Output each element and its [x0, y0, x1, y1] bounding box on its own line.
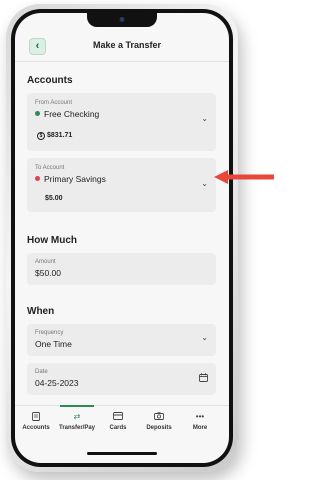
red-dot-icon: [35, 176, 40, 181]
phone-bezel: ‹ Make a Transfer Accounts From Account …: [11, 9, 233, 467]
amount-value: $50.00: [35, 268, 61, 278]
chevron-down-icon: ⌄: [201, 179, 208, 188]
tab-transfer-pay[interactable]: ⇄ Transfer/Pay: [56, 405, 98, 440]
tab-label: Deposits: [146, 425, 172, 431]
dollar-circle-icon: $: [37, 132, 45, 140]
camera-icon: [138, 412, 180, 422]
to-account-select[interactable]: To Account Primary Savings ⌄ $5.00: [27, 158, 216, 212]
date-label: Date: [35, 369, 48, 375]
notch: [87, 13, 157, 27]
camera-dot: [119, 17, 125, 22]
header: ‹ Make a Transfer: [15, 35, 229, 61]
chevron-down-icon: ⌄: [201, 114, 208, 123]
amount-label: Amount: [35, 259, 56, 265]
phone-frame: ‹ Make a Transfer Accounts From Account …: [6, 4, 238, 472]
to-account-value: Primary Savings: [35, 174, 106, 184]
active-tab-indicator: [60, 405, 94, 407]
transfer-arrows-icon: ⇄: [73, 412, 81, 421]
header-divider: [15, 61, 229, 62]
date-field[interactable]: Date 04-25-2023: [27, 363, 216, 395]
tab-cards[interactable]: Cards: [97, 406, 139, 440]
from-account-label: From Account: [35, 100, 73, 106]
tab-bar: Accounts ⇄ Transfer/Pay Cards Deposits •…: [15, 405, 229, 441]
calendar-icon[interactable]: [199, 373, 208, 384]
how-much-section-title: How Much: [27, 235, 77, 246]
from-balance-value: $831.71: [47, 132, 73, 139]
accounts-section-title: Accounts: [27, 75, 73, 86]
from-account-value: Free Checking: [35, 109, 99, 119]
to-account-name: Primary Savings: [44, 174, 106, 184]
tab-accounts[interactable]: Accounts: [15, 406, 57, 440]
page-title: Make a Transfer: [92, 40, 162, 50]
callout-arrow-icon: [214, 170, 274, 184]
frequency-value: One Time: [35, 339, 72, 349]
chevron-down-icon: ⌄: [201, 333, 208, 342]
frequency-select[interactable]: Frequency One Time ⌄: [27, 324, 216, 356]
tab-deposits[interactable]: Deposits: [138, 406, 180, 440]
ellipsis-icon: •••: [195, 412, 205, 421]
from-account-name: Free Checking: [44, 109, 100, 119]
amount-field[interactable]: Amount $50.00: [27, 253, 216, 285]
card-icon: [97, 412, 139, 422]
app-screen: ‹ Make a Transfer Accounts From Account …: [15, 13, 229, 463]
green-dot-icon: [35, 111, 40, 116]
to-account-balance: $5.00: [45, 195, 63, 202]
when-section-title: When: [27, 306, 55, 317]
home-indicator: [87, 452, 157, 455]
tab-label: Cards: [109, 425, 127, 431]
tab-label: Accounts: [22, 425, 50, 431]
tab-more[interactable]: ••• More: [179, 406, 221, 440]
date-value: 04-25-2023: [35, 378, 79, 388]
to-account-label: To Account: [35, 165, 65, 171]
tab-label: More: [192, 425, 208, 431]
from-account-balance: $ $831.71: [37, 132, 72, 140]
document-icon: [15, 412, 57, 422]
frequency-label: Frequency: [35, 330, 64, 336]
from-account-select[interactable]: From Account Free Checking ⌄ $ $831.71: [27, 93, 216, 151]
tab-label: Transfer/Pay: [58, 425, 96, 431]
